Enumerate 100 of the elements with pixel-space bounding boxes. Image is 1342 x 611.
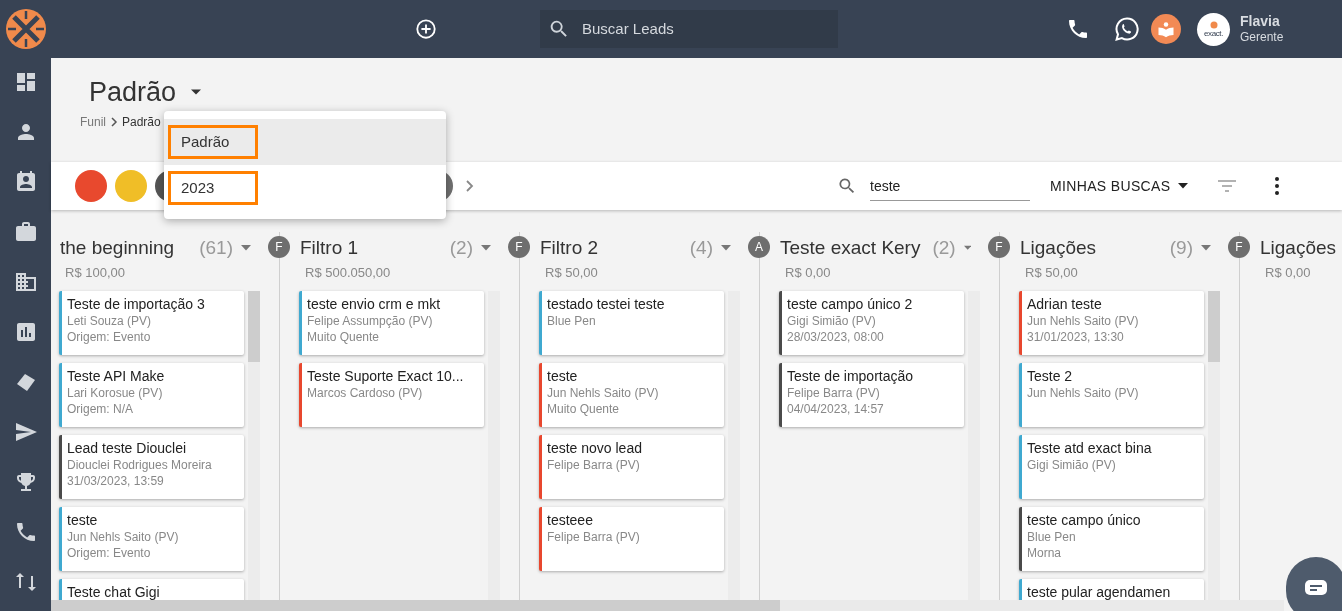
column-badge: F bbox=[988, 236, 1010, 258]
send-icon[interactable] bbox=[13, 420, 38, 444]
avatar[interactable]: exact. bbox=[1197, 12, 1230, 46]
column-amount: R$ 50,00 bbox=[544, 265, 598, 281]
column-amount: R$ 0,00 bbox=[1264, 265, 1311, 281]
column-badge: F bbox=[268, 236, 290, 258]
lead-card[interactable]: testeee Felipe Barra (PV) bbox=[539, 507, 724, 571]
card-detail: Morna bbox=[1027, 545, 1061, 561]
lead-card[interactable]: Adrian teste Jun Nehls Saito (PV) 31/01/2023, 13:30 bbox=[1019, 291, 1204, 355]
card-title: teste campo único bbox=[1027, 511, 1141, 529]
card-title: Lead teste Diouclei bbox=[67, 439, 187, 457]
caret-icon bbox=[1178, 183, 1189, 189]
horizontal-scrollbar[interactable] bbox=[51, 600, 1284, 611]
lead-card[interactable]: teste campo único 2 Gigi Simião (PV) 28/03/2023, 08:00 bbox=[779, 291, 964, 355]
lead-card[interactable]: Teste de importação Felipe Barra (PV) 04/04/2023, 14:57 bbox=[779, 363, 964, 427]
saved-searches-button[interactable]: MINHAS BUSCAS bbox=[1050, 175, 1189, 197]
search-field[interactable]: teste bbox=[870, 171, 1030, 201]
lead-card[interactable]: Teste Suporte Exact 10... Marcos Cardoso (PV) bbox=[299, 363, 484, 427]
scrollbar[interactable] bbox=[488, 291, 500, 600]
lead-card[interactable]: teste novo lead Felipe Barra (PV) bbox=[539, 435, 724, 499]
user-name: Flavia bbox=[1240, 13, 1281, 29]
caret-icon[interactable] bbox=[190, 88, 203, 96]
lead-card[interactable]: Teste 2 Jun Nehls Saito (PV) bbox=[1019, 363, 1204, 427]
column-amount: R$ 50,00 bbox=[1024, 265, 1078, 281]
lead-card[interactable]: teste campo único Blue Pen Morna bbox=[1019, 507, 1204, 571]
lead-card[interactable]: testado testei teste Blue Pen bbox=[539, 291, 724, 355]
lead-card[interactable]: teste Jun Nehls Saito (PV) Origem: Evento bbox=[59, 507, 244, 571]
scrollbar[interactable] bbox=[1208, 291, 1220, 600]
reading-icon bbox=[1157, 20, 1175, 38]
search-icon bbox=[548, 18, 570, 40]
whatsapp-icon[interactable] bbox=[1114, 16, 1140, 42]
card-title: Teste 2 bbox=[1027, 367, 1073, 385]
chevron-icon[interactable] bbox=[465, 179, 475, 193]
card-detail: 04/04/2023, 14:57 bbox=[787, 401, 884, 417]
card-title: teste novo lead bbox=[547, 439, 642, 457]
lead-card[interactable]: Teste API Make Lari Korosue (PV) Origem: N/A bbox=[59, 363, 244, 427]
card-detail: Blue Pen bbox=[547, 313, 596, 329]
search-box[interactable]: Buscar Leads bbox=[540, 10, 838, 48]
menu-item[interactable]: 2023 bbox=[164, 165, 446, 211]
scrollbar[interactable] bbox=[728, 291, 740, 600]
card-detail: Leti Souza (PV) bbox=[67, 313, 152, 329]
chevron-icon bbox=[110, 117, 118, 127]
card-title: teste envio crm e mkt bbox=[307, 295, 441, 313]
user-role: Gerente bbox=[1240, 29, 1284, 45]
column-amount: R$ 500.050,00 bbox=[304, 265, 391, 281]
help-button[interactable] bbox=[1151, 14, 1181, 44]
card-detail: Gigi Simião (PV) bbox=[1027, 457, 1116, 473]
lead-card[interactable]: Teste de importação 3 Leti Souza (PV) Origem: Evento bbox=[59, 291, 244, 355]
column-title: Filtro 1 bbox=[300, 235, 359, 260]
card-detail: Jun Nehls Saito (PV) bbox=[547, 385, 659, 401]
card-detail: 31/01/2023, 13:30 bbox=[1027, 329, 1124, 345]
column-title: Ligações bbox=[1020, 235, 1097, 260]
more-icon[interactable] bbox=[1274, 176, 1281, 196]
avatar-text: exact. bbox=[1204, 28, 1223, 38]
card-detail: Felipe Barra (PV) bbox=[547, 457, 640, 473]
chat-button[interactable] bbox=[1286, 557, 1342, 611]
card-detail: 31/03/2023, 13:59 bbox=[67, 473, 164, 489]
card-title: Teste de importação bbox=[787, 367, 914, 385]
card-title: Teste Suporte Exact 10... bbox=[307, 367, 464, 385]
add-icon[interactable] bbox=[415, 18, 437, 40]
column-title: the beginning bbox=[60, 235, 175, 260]
lead-card[interactable]: Teste atd exact bina Gigi Simião (PV) bbox=[1019, 435, 1204, 499]
card-title: teste bbox=[547, 367, 578, 385]
lead-card[interactable]: teste envio crm e mkt Felipe Assumpção (PV) Muito Quente bbox=[299, 291, 484, 355]
search-field[interactable]: Buscar Leads bbox=[582, 17, 822, 41]
phone-icon[interactable] bbox=[1066, 17, 1090, 41]
page-title[interactable]: Padrão bbox=[89, 75, 177, 109]
card-detail: Origem: Evento bbox=[67, 329, 151, 345]
column-badge: F bbox=[508, 236, 530, 258]
column-count: (61) bbox=[199, 235, 233, 260]
menu-item[interactable]: Padrão bbox=[164, 119, 446, 165]
breadcrumb-item: Padrão bbox=[122, 114, 161, 131]
lead-card[interactable]: Teste chat Gigi bbox=[59, 579, 244, 600]
card-detail: Felipe Assumpção (PV) bbox=[307, 313, 433, 329]
column-count: (2) bbox=[932, 235, 956, 260]
card-title: teste campo único 2 bbox=[787, 295, 913, 313]
card-title: teste bbox=[67, 511, 98, 529]
card-detail: Muito Quente bbox=[307, 329, 380, 345]
card-detail: Jun Nehls Saito (PV) bbox=[1027, 385, 1139, 401]
card-detail: Marcos Cardoso (PV) bbox=[307, 385, 423, 401]
card-detail: Lari Korosue (PV) bbox=[67, 385, 163, 401]
lead-card[interactable]: teste pular agendamen bbox=[1019, 579, 1204, 600]
lead-card[interactable]: Lead teste Diouclei Diouclei Rodrigues Moreira 31/03/2023, 13:59 bbox=[59, 435, 244, 499]
card-title: Adrian teste bbox=[1027, 295, 1102, 313]
card-detail: Blue Pen bbox=[1027, 529, 1076, 545]
lead-card[interactable]: teste Jun Nehls Saito (PV) Muito Quente bbox=[539, 363, 724, 427]
column-title: Filtro 2 bbox=[540, 235, 599, 260]
briefcase-icon[interactable] bbox=[13, 220, 38, 244]
card-title: testeee bbox=[547, 511, 593, 529]
card-detail: 28/03/2023, 08:00 bbox=[787, 329, 884, 345]
card-detail: Jun Nehls Saito (PV) bbox=[1027, 313, 1139, 329]
search-icon bbox=[837, 176, 857, 196]
card-title: testado testei teste bbox=[547, 295, 665, 313]
card-detail: Muito Quente bbox=[547, 401, 620, 417]
breadcrumb-item[interactable]: Funil bbox=[80, 113, 106, 131]
column-badge: A bbox=[748, 236, 770, 258]
scrollbar[interactable] bbox=[248, 291, 260, 600]
building-icon[interactable] bbox=[13, 270, 38, 294]
column-title: Ligações bbox=[1260, 235, 1337, 260]
card-detail: Felipe Barra (PV) bbox=[547, 529, 640, 545]
